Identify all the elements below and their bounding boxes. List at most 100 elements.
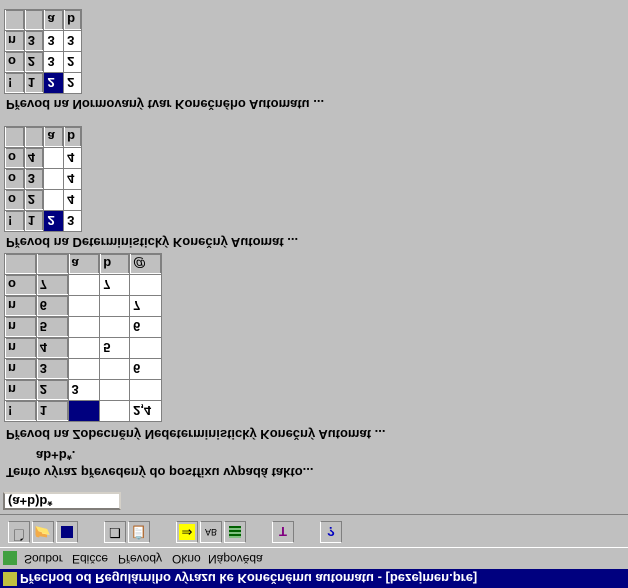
transition-cell[interactable] xyxy=(129,379,162,401)
transition-cell[interactable]: 3 xyxy=(68,379,100,401)
open-button[interactable]: 📂 xyxy=(32,521,54,543)
state-flag-cell[interactable]: n xyxy=(4,358,37,380)
transition-cell[interactable] xyxy=(99,295,130,317)
menu-soubor[interactable]: Soubor xyxy=(24,552,63,566)
tools-button[interactable]: T xyxy=(272,521,294,543)
state-number-cell[interactable]: 2 xyxy=(24,51,44,73)
table-row: o44 xyxy=(4,147,82,169)
column-header[interactable] xyxy=(4,9,25,31)
transition-cell[interactable] xyxy=(68,358,100,380)
transition-cell[interactable] xyxy=(99,379,130,401)
state-number-cell[interactable]: 1 xyxy=(36,400,69,422)
menu-bar: Soubor Edičce Převody Okno Nápověda xyxy=(0,547,628,568)
state-flag-cell[interactable]: n xyxy=(4,379,37,401)
transition-cell[interactable] xyxy=(43,147,64,169)
transition-cell[interactable]: 7 xyxy=(99,274,130,296)
dka-title: Převod na Deterministický Konečný Automa… xyxy=(6,235,299,250)
menu-napoveda[interactable]: Nápověda xyxy=(208,552,263,566)
state-number-cell[interactable]: 5 xyxy=(36,316,69,338)
state-number-cell[interactable]: 2 xyxy=(24,189,44,211)
column-header[interactable]: b xyxy=(63,9,82,31)
transition-cell[interactable]: 6 xyxy=(129,358,162,380)
column-header[interactable]: a xyxy=(43,126,64,148)
regex-input[interactable]: (a+b)b* xyxy=(3,492,121,510)
paste-button[interactable]: 📋 xyxy=(128,521,150,543)
transition-cell[interactable] xyxy=(99,316,130,338)
transition-cell[interactable]: 3 xyxy=(43,30,64,52)
transition-cell[interactable]: 4 xyxy=(63,189,82,211)
transition-cell[interactable] xyxy=(68,274,100,296)
state-flag-cell[interactable]: n xyxy=(4,316,37,338)
column-header[interactable] xyxy=(24,9,44,31)
column-header[interactable]: b xyxy=(99,253,130,275)
state-number-cell[interactable]: 3 xyxy=(24,168,44,190)
save-button[interactable] xyxy=(56,521,78,543)
transition-cell[interactable]: 3 xyxy=(63,210,82,232)
state-flag-cell[interactable]: o xyxy=(4,147,25,169)
transition-cell[interactable] xyxy=(43,189,64,211)
step-button[interactable]: ⇒ xyxy=(176,521,198,543)
state-number-cell[interactable]: 7 xyxy=(36,274,69,296)
transition-cell[interactable]: 6 xyxy=(129,316,162,338)
state-flag-cell[interactable]: o xyxy=(4,51,25,73)
transition-cell[interactable]: 3 xyxy=(63,30,82,52)
transition-cell[interactable] xyxy=(68,337,100,359)
state-flag-cell[interactable]: n xyxy=(4,30,25,52)
transition-cell[interactable]: 5 xyxy=(99,337,130,359)
transition-cell[interactable]: 2 xyxy=(43,72,64,94)
state-flag-cell[interactable]: n xyxy=(4,337,37,359)
state-flag-cell[interactable]: o xyxy=(4,189,25,211)
transition-cell[interactable] xyxy=(99,358,130,380)
state-number-cell[interactable]: 4 xyxy=(36,337,69,359)
column-header[interactable] xyxy=(36,253,69,275)
column-header[interactable]: a xyxy=(68,253,100,275)
transition-cell[interactable]: 2,4 xyxy=(129,400,162,422)
transition-cell[interactable]: 4 xyxy=(63,168,82,190)
state-number-cell[interactable]: 6 xyxy=(36,295,69,317)
convert-button[interactable]: AB xyxy=(200,521,222,543)
state-number-cell[interactable]: 2 xyxy=(36,379,69,401)
transition-cell[interactable] xyxy=(68,295,100,317)
table-row: o232 xyxy=(4,51,82,73)
app-icon[interactable] xyxy=(3,572,17,586)
menu-edice[interactable]: Edičce xyxy=(72,552,108,566)
document-icon[interactable] xyxy=(3,551,17,565)
state-flag-cell[interactable]: n xyxy=(4,295,37,317)
state-number-cell[interactable]: 4 xyxy=(24,147,44,169)
table-button[interactable] xyxy=(224,521,246,543)
state-number-cell[interactable]: 3 xyxy=(36,358,69,380)
menu-okno[interactable]: Okno xyxy=(172,552,201,566)
column-header[interactable]: @ xyxy=(129,253,162,275)
table-row: ! 1 2 2 xyxy=(4,72,82,94)
transition-cell[interactable] xyxy=(43,168,64,190)
transition-cell[interactable]: 2 xyxy=(63,51,82,73)
transition-cell[interactable]: 7 xyxy=(129,295,162,317)
column-header[interactable] xyxy=(4,126,25,148)
transition-cell[interactable] xyxy=(68,316,100,338)
state-number-cell[interactable]: 3 xyxy=(24,30,44,52)
new-button[interactable]: 🗋 xyxy=(8,521,30,543)
transition-cell[interactable]: 4 xyxy=(63,147,82,169)
state-number-cell[interactable]: 1 xyxy=(24,210,44,232)
transition-cell[interactable] xyxy=(68,400,100,422)
column-header[interactable]: a xyxy=(43,9,64,31)
column-header[interactable]: b xyxy=(63,126,82,148)
transition-cell[interactable]: 3 xyxy=(43,51,64,73)
transition-cell[interactable]: 2 xyxy=(43,210,64,232)
title-bar[interactable]: Přechod od Regulárního výrazu ke Konečné… xyxy=(0,569,628,588)
state-flag-cell[interactable]: ! xyxy=(4,400,37,422)
transition-cell[interactable] xyxy=(129,337,162,359)
state-flag-cell[interactable]: ! xyxy=(4,210,25,232)
state-flag-cell[interactable]: o xyxy=(4,168,25,190)
transition-cell[interactable]: 2 xyxy=(63,72,82,94)
transition-cell[interactable] xyxy=(129,274,162,296)
state-flag-cell[interactable]: ! xyxy=(4,72,25,94)
transition-cell[interactable] xyxy=(99,400,130,422)
column-header[interactable] xyxy=(4,253,37,275)
menu-prevody[interactable]: Převody xyxy=(118,552,162,566)
help-button[interactable]: ? xyxy=(320,521,342,543)
state-number-cell[interactable]: 1 xyxy=(24,72,44,94)
state-flag-cell[interactable]: o xyxy=(4,274,37,296)
copy-button[interactable]: ❐ xyxy=(104,521,126,543)
column-header[interactable] xyxy=(24,126,44,148)
